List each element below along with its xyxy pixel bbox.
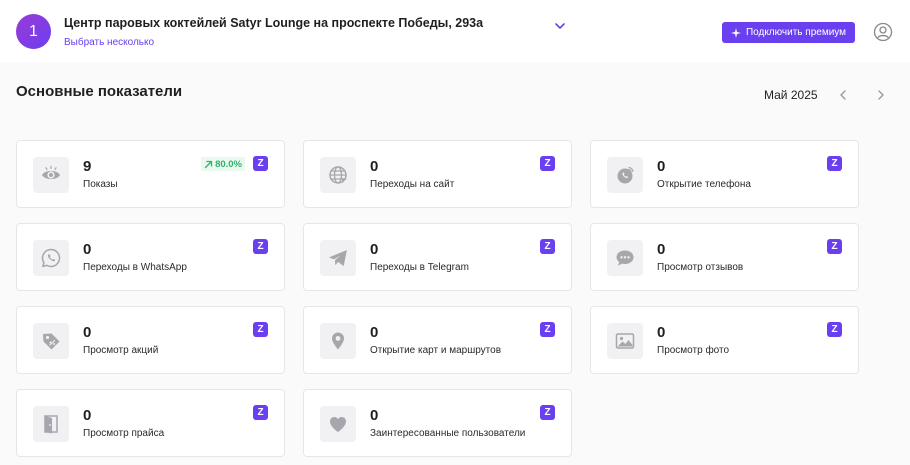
metric-card-price-list[interactable]: 0 Просмотр прайса Z [16, 389, 285, 457]
z-badge: Z [253, 239, 268, 254]
metric-label: Открытие телефона [657, 179, 751, 190]
top-bar: 1 Центр паровых коктейлей Satyr Lounge н… [0, 0, 910, 62]
trend-badge: 80.0% [201, 157, 245, 171]
chevron-right-icon[interactable] [873, 87, 889, 103]
telegram-icon [320, 240, 356, 276]
map-pin-icon [320, 323, 356, 359]
metric-label: Переходы на сайт [370, 179, 455, 190]
metric-value: 0 [83, 241, 92, 258]
tag-icon [33, 323, 69, 359]
z-badge: Z [540, 239, 555, 254]
z-badge: Z [253, 156, 268, 171]
eye-icon [33, 157, 69, 193]
metric-label: Просмотр фото [657, 345, 730, 356]
metric-label: Переходы в WhatsApp [83, 262, 187, 273]
metric-card-phone-open[interactable]: 0 Открытие телефона Z [590, 140, 859, 208]
metric-label: Открытие карт и маршрутов [370, 345, 502, 356]
globe-icon [320, 157, 356, 193]
whatsapp-icon [33, 240, 69, 276]
metric-card-maps[interactable]: 0 Открытие карт и маршрутов Z [303, 306, 572, 374]
premium-button-label: Подключить премиум [745, 27, 847, 38]
z-badge: Z [253, 322, 268, 337]
metric-value: 0 [370, 407, 379, 424]
metric-value: 9 [83, 158, 92, 175]
metric-label: Переходы в Telegram [370, 262, 469, 273]
metric-card-site-visits[interactable]: 0 Переходы на сайт Z [303, 140, 572, 208]
chevron-left-icon[interactable] [835, 87, 851, 103]
page-title: Основные показатели [16, 83, 183, 100]
metric-label: Просмотр отзывов [657, 262, 744, 273]
metric-label: Просмотр прайса [83, 428, 165, 439]
phone-icon [607, 157, 643, 193]
select-many-link[interactable]: Выбрать несколько [64, 37, 154, 48]
metric-value: 0 [657, 241, 666, 258]
metric-value: 0 [370, 158, 379, 175]
metric-value: 0 [657, 158, 666, 175]
user-circle-icon[interactable] [873, 22, 893, 42]
sparkle-icon [730, 27, 741, 38]
metric-card-promotions[interactable]: 0 Просмотр акций Z [16, 306, 285, 374]
metrics-grid: 9 Показы 80.0% Z 0 Переходы на сайт Z 0 … [16, 140, 859, 457]
metric-value: 0 [657, 324, 666, 341]
metric-label: Просмотр акций [83, 345, 159, 356]
metric-value: 0 [370, 324, 379, 341]
z-badge: Z [827, 239, 842, 254]
venue-number-badge: 1 [16, 14, 51, 49]
metric-value: 0 [83, 324, 92, 341]
trend-value: 80.0% [215, 158, 242, 170]
month-label: Май 2025 [764, 88, 818, 102]
image-icon [607, 323, 643, 359]
z-badge: Z [540, 156, 555, 171]
metric-card-reviews[interactable]: 0 Просмотр отзывов Z [590, 223, 859, 291]
venue-title[interactable]: Центр паровых коктейлей Satyr Lounge на … [64, 16, 483, 30]
chat-bubble-icon [607, 240, 643, 276]
heart-icon [320, 406, 356, 442]
price-list-icon [33, 406, 69, 442]
metric-label: Заинтересованные пользователи [370, 428, 526, 439]
metric-card-photos[interactable]: 0 Просмотр фото Z [590, 306, 859, 374]
metric-value: 0 [83, 407, 92, 424]
premium-button[interactable]: Подключить премиум [722, 22, 855, 43]
z-badge: Z [827, 156, 842, 171]
metric-card-views[interactable]: 9 Показы 80.0% Z [16, 140, 285, 208]
z-badge: Z [827, 322, 842, 337]
chevron-down-icon[interactable] [553, 19, 567, 33]
z-badge: Z [253, 405, 268, 420]
z-badge: Z [540, 405, 555, 420]
z-badge: Z [540, 322, 555, 337]
arrow-up-right-icon [204, 160, 213, 168]
metric-card-whatsapp[interactable]: 0 Переходы в WhatsApp Z [16, 223, 285, 291]
metric-value: 0 [370, 241, 379, 258]
metric-card-interested-users[interactable]: 0 Заинтересованные пользователи Z [303, 389, 572, 457]
metric-label: Показы [83, 179, 118, 190]
metric-card-telegram[interactable]: 0 Переходы в Telegram Z [303, 223, 572, 291]
